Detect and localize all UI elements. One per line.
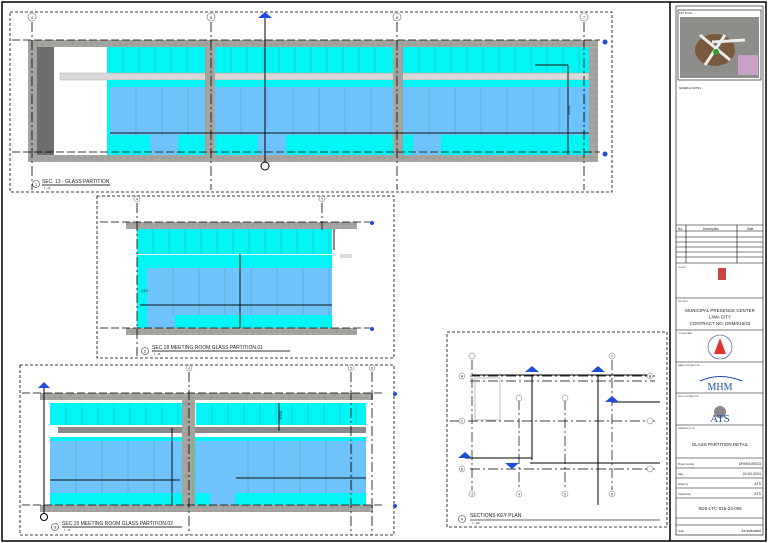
row-label: Drawn by (678, 483, 689, 486)
key-plan-thumbnail[interactable] (680, 17, 759, 78)
level-marker-icon (393, 504, 397, 508)
sections-key-plan[interactable]: A C D B 3 4 5 6 7 4 SECTIONS KEY PLAN 1 … (446, 331, 668, 528)
scale-value: As indicated (741, 529, 761, 533)
drawing-number: SDS-LTC-015-23-005 (698, 506, 742, 511)
view-scale: 1 : 20 (154, 353, 161, 356)
grid-bubble: 7 (611, 355, 613, 359)
view-title: SEC.18 MEETING ROOM GLASS PARTITION.01 (152, 345, 263, 351)
view-title: SECTIONS KEY PLAN (470, 513, 522, 519)
drawing-title-label: DRAWING TITLE (678, 427, 696, 430)
view-scale: 1 : 20 (44, 187, 51, 190)
drawing-title: GLASS PARTITION DETAIL (692, 442, 749, 447)
drawn-by: ATS (754, 482, 761, 486)
date: 24-03-2024 (743, 472, 761, 476)
main-contractor-label: MAIN CONTRACTOR (678, 364, 700, 367)
level-marker-icon (370, 327, 374, 331)
key-plan-label: KEY PLAN (679, 11, 692, 15)
revision-header: Date (747, 227, 754, 231)
title-block (675, 5, 764, 536)
section-2-view[interactable]: 4 5 240 2 SEC.18 MEETING ROOM GLASS PART… (96, 195, 395, 359)
subcontractor-label: SUB CONTRACTOR (678, 395, 699, 398)
project-label: PROJECT (678, 301, 689, 303)
section-marker-icon[interactable] (458, 366, 619, 469)
section-3-view[interactable]: 4 5 6 1018 3 SEC.15 MEETING ROOM GLASS P… (19, 364, 397, 536)
project-number: DRM/015/023 (739, 462, 761, 466)
consultant-label: CONSULTANT (678, 332, 693, 335)
section-marker-icon[interactable] (38, 382, 50, 388)
grid-bubble: 5 (564, 493, 566, 497)
project-location: LIWA CITY (709, 315, 731, 320)
grid-bubble: 6 (371, 367, 373, 371)
checked-by: ATS (754, 492, 761, 496)
view-scale: 1 : 100 (472, 522, 480, 525)
drawing-sheet: 4 5 6 7 1000 1 SEC. 13 - GLASS PARTITION… (1, 1, 767, 542)
level-marker-icon (393, 392, 397, 396)
dimension-label: 240 (141, 288, 148, 293)
section-marker-icon[interactable] (40, 513, 48, 521)
row-label: Checked by (678, 493, 691, 496)
row-label: Date (678, 473, 684, 476)
grid-bubble: 5 (321, 198, 323, 202)
view-title: SEC.15 MEETING ROOM GLASS PARTITION.02 (62, 521, 173, 527)
view-scale: 1 : 20 (64, 529, 71, 532)
general-notes-label: GENERAL NOTES (679, 86, 701, 90)
level-marker-icon (602, 151, 608, 157)
revision-header: No. (678, 227, 683, 231)
grid-bubble: 4 (518, 493, 520, 497)
contract-number: CONTRACT NO. DRM/015/23 (690, 321, 751, 326)
revision-header: Description (703, 227, 719, 231)
grid-bubble: 4 (136, 198, 138, 202)
grid-bubble: 3 (471, 493, 473, 497)
section-marker-icon[interactable] (260, 161, 270, 171)
grid-bubble: 6 (611, 493, 613, 497)
view-title: SEC. 13 - GLASS PARTITION (42, 179, 110, 185)
mhm-logo: MHM (707, 382, 732, 393)
row-label: Project number (678, 463, 694, 466)
section-1-view[interactable]: 4 5 6 7 1000 1 SEC. 13 - GLASS PARTITION… (9, 11, 613, 193)
dimension-label: 1018 (278, 410, 283, 420)
level-marker-icon (602, 39, 608, 45)
level-marker-icon (370, 221, 374, 225)
grid-bubble: 5 (350, 367, 352, 371)
dimension-label: 1000 (566, 105, 571, 115)
ats-logo: ATS (710, 413, 730, 425)
project-name: MUNICIPAL PRESENCE CENTER (685, 308, 756, 313)
client-label: CLIENT (678, 267, 686, 269)
scale-label: Scale (678, 530, 685, 533)
section-marker-icon[interactable] (258, 12, 272, 18)
grid-bubble: 4 (188, 367, 190, 371)
